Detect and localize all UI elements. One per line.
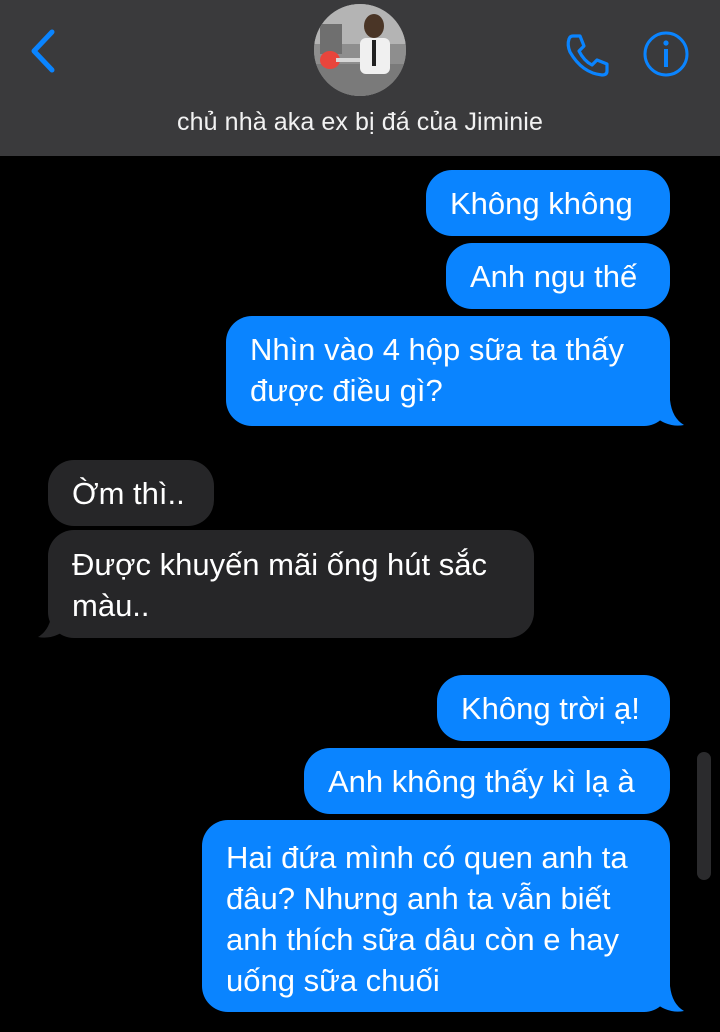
bubble-tail bbox=[654, 986, 684, 1012]
message-text: được điều gì? bbox=[250, 373, 443, 408]
scrollbar[interactable] bbox=[697, 752, 711, 880]
message-bubble-received[interactable]: Ờm thì.. bbox=[48, 460, 214, 526]
back-button[interactable] bbox=[26, 26, 66, 76]
message-text: Ờm thì.. bbox=[72, 476, 185, 511]
message-bubble-sent[interactable]: Không không bbox=[426, 170, 670, 236]
message-bubble-received[interactable]: Được khuyến mãi ống hút sắc màu.. bbox=[48, 530, 534, 638]
message-text: uống sữa chuối bbox=[226, 963, 440, 998]
phone-icon bbox=[566, 34, 609, 77]
avatar-photo bbox=[314, 4, 406, 96]
message-bubble-sent[interactable]: Không trời ạ! bbox=[437, 675, 670, 741]
message-text: anh thích sữa dâu còn e hay bbox=[226, 922, 620, 957]
message-bubble-sent[interactable]: Hai đứa mình có quen anh ta đâu? Nhưng a… bbox=[202, 820, 670, 1012]
message-bubble-sent[interactable]: Anh không thấy kì lạ à bbox=[304, 748, 670, 814]
message-bubble-sent[interactable]: Nhìn vào 4 hộp sữa ta thấy được điều gì? bbox=[226, 316, 670, 426]
message-bubble-sent[interactable]: Anh ngu thế bbox=[446, 243, 670, 309]
message-text: Anh không thấy kì lạ à bbox=[328, 764, 635, 799]
message-text: Không trời ạ! bbox=[461, 691, 640, 726]
conversation-header: chủ nhà aka ex bị đá của Jiminie bbox=[0, 0, 720, 156]
contact-name[interactable]: chủ nhà aka ex bị đá của Jiminie bbox=[0, 108, 720, 137]
chevron-left-icon bbox=[31, 29, 55, 73]
message-text: Nhìn vào 4 hộp sữa ta thấy bbox=[250, 332, 625, 367]
message-text: đâu? Nhưng anh ta vẫn biết bbox=[226, 881, 611, 916]
message-text: Được khuyến mãi ống hút sắc bbox=[72, 547, 488, 582]
call-button[interactable] bbox=[562, 30, 612, 80]
message-text: Hai đứa mình có quen anh ta bbox=[226, 840, 628, 875]
contact-avatar[interactable] bbox=[314, 4, 406, 96]
message-text: Không không bbox=[450, 186, 633, 221]
bubble-tail bbox=[38, 612, 68, 638]
info-icon bbox=[643, 31, 689, 77]
bubble-tail bbox=[654, 400, 684, 426]
message-text: Anh ngu thế bbox=[470, 259, 638, 294]
info-button[interactable] bbox=[642, 30, 690, 78]
message-text: màu.. bbox=[72, 588, 150, 623]
